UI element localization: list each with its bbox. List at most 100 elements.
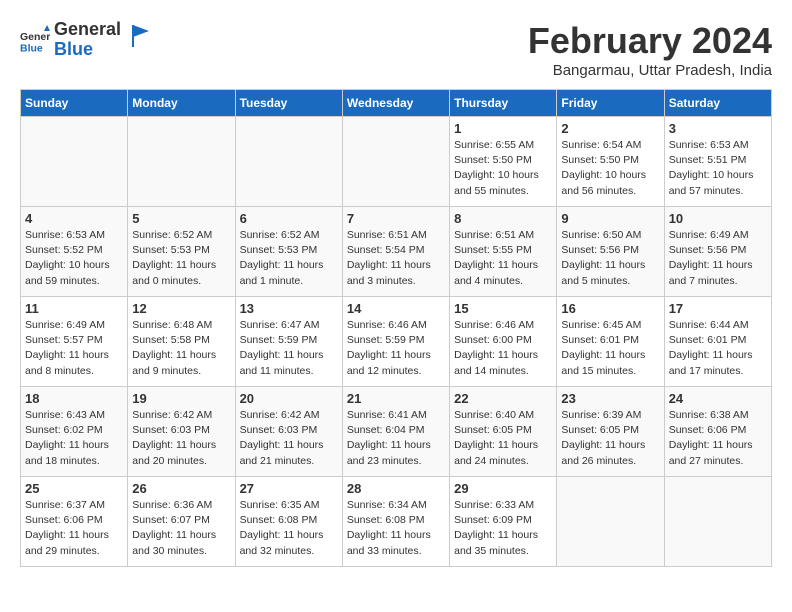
calendar-cell: 22 Sunrise: 6:40 AMSunset: 6:05 PMDayligh… [450,387,557,477]
day-number: 24 [669,391,767,406]
day-info: Sunrise: 6:51 AMSunset: 5:54 PMDaylight:… [347,228,445,289]
day-info: Sunrise: 6:37 AMSunset: 6:06 PMDaylight:… [25,498,123,559]
day-info: Sunrise: 6:55 AMSunset: 5:50 PMDaylight:… [454,138,552,199]
day-info: Sunrise: 6:53 AMSunset: 5:52 PMDaylight:… [25,228,123,289]
day-number: 16 [561,301,659,316]
day-number: 27 [240,481,338,496]
day-info: Sunrise: 6:53 AMSunset: 5:51 PMDaylight:… [669,138,767,199]
logo-blue: Blue [54,40,121,60]
calendar-cell [235,117,342,207]
day-info: Sunrise: 6:39 AMSunset: 6:05 PMDaylight:… [561,408,659,469]
calendar-cell [128,117,235,207]
calendar-cell: 17 Sunrise: 6:44 AMSunset: 6:01 PMDayligh… [664,297,771,387]
calendar-cell: 3 Sunrise: 6:53 AMSunset: 5:51 PMDaylight… [664,117,771,207]
logo-icon: General Blue [20,25,50,55]
day-number: 5 [132,211,230,226]
day-number: 23 [561,391,659,406]
day-info: Sunrise: 6:45 AMSunset: 6:01 PMDaylight:… [561,318,659,379]
calendar-cell: 1 Sunrise: 6:55 AMSunset: 5:50 PMDaylight… [450,117,557,207]
location-subtitle: Bangarmau, Uttar Pradesh, India [528,62,772,79]
calendar-cell: 5 Sunrise: 6:52 AMSunset: 5:53 PMDaylight… [128,207,235,297]
day-info: Sunrise: 6:52 AMSunset: 5:53 PMDaylight:… [240,228,338,289]
day-info: Sunrise: 6:42 AMSunset: 6:03 PMDaylight:… [132,408,230,469]
logo-general: General [54,20,121,40]
day-number: 17 [669,301,767,316]
day-info: Sunrise: 6:35 AMSunset: 6:08 PMDaylight:… [240,498,338,559]
calendar-cell [664,477,771,567]
calendar-cell: 25 Sunrise: 6:37 AMSunset: 6:06 PMDayligh… [21,477,128,567]
calendar-cell: 27 Sunrise: 6:35 AMSunset: 6:08 PMDayligh… [235,477,342,567]
day-info: Sunrise: 6:34 AMSunset: 6:08 PMDaylight:… [347,498,445,559]
calendar-week-4: 18 Sunrise: 6:43 AMSunset: 6:02 PMDayligh… [21,387,772,477]
day-number: 18 [25,391,123,406]
month-title: February 2024 [528,20,772,62]
day-number: 22 [454,391,552,406]
calendar-cell: 21Sunrise: 6:41 AMSunset: 6:04 PMDayligh… [342,387,449,477]
svg-text:General: General [20,31,50,43]
day-info: Sunrise: 6:54 AMSunset: 5:50 PMDaylight:… [561,138,659,199]
day-number: 20 [240,391,338,406]
svg-text:Blue: Blue [20,42,43,54]
day-info: Sunrise: 6:33 AMSunset: 6:09 PMDaylight:… [454,498,552,559]
calendar-week-1: 1 Sunrise: 6:55 AMSunset: 5:50 PMDaylight… [21,117,772,207]
calendar-cell: 2 Sunrise: 6:54 AMSunset: 5:50 PMDaylight… [557,117,664,207]
day-number: 9 [561,211,659,226]
calendar-table: SundayMondayTuesdayWednesdayThursdayFrid… [20,89,772,567]
day-number: 3 [669,121,767,136]
day-info: Sunrise: 6:49 AMSunset: 5:56 PMDaylight:… [669,228,767,289]
day-number: 7 [347,211,445,226]
column-header-sunday: Sunday [21,90,128,117]
day-info: Sunrise: 6:46 AMSunset: 5:59 PMDaylight:… [347,318,445,379]
day-number: 19 [132,391,230,406]
column-header-wednesday: Wednesday [342,90,449,117]
calendar-week-5: 25 Sunrise: 6:37 AMSunset: 6:06 PMDayligh… [21,477,772,567]
calendar-cell: 26Sunrise: 6:36 AMSunset: 6:07 PMDayligh… [128,477,235,567]
day-info: Sunrise: 6:52 AMSunset: 5:53 PMDaylight:… [132,228,230,289]
logo-flag-icon [123,21,151,49]
calendar-cell: 18 Sunrise: 6:43 AMSunset: 6:02 PMDayligh… [21,387,128,477]
day-number: 15 [454,301,552,316]
calendar-cell [342,117,449,207]
day-number: 12 [132,301,230,316]
day-info: Sunrise: 6:47 AMSunset: 5:59 PMDaylight:… [240,318,338,379]
column-header-saturday: Saturday [664,90,771,117]
day-info: Sunrise: 6:40 AMSunset: 6:05 PMDaylight:… [454,408,552,469]
calendar-cell: 7 Sunrise: 6:51 AMSunset: 5:54 PMDaylight… [342,207,449,297]
day-info: Sunrise: 6:49 AMSunset: 5:57 PMDaylight:… [25,318,123,379]
day-number: 28 [347,481,445,496]
calendar-cell: 20 Sunrise: 6:42 AMSunset: 6:03 PMDayligh… [235,387,342,477]
day-info: Sunrise: 6:36 AMSunset: 6:07 PMDaylight:… [132,498,230,559]
calendar-header-row: SundayMondayTuesdayWednesdayThursdayFrid… [21,90,772,117]
calendar-cell: 11Sunrise: 6:49 AMSunset: 5:57 PMDayligh… [21,297,128,387]
day-info: Sunrise: 6:50 AMSunset: 5:56 PMDaylight:… [561,228,659,289]
day-number: 25 [25,481,123,496]
day-number: 10 [669,211,767,226]
calendar-cell: 28 Sunrise: 6:34 AMSunset: 6:08 PMDayligh… [342,477,449,567]
day-number: 21 [347,391,445,406]
day-number: 29 [454,481,552,496]
calendar-cell: 15Sunrise: 6:46 AMSunset: 6:00 PMDayligh… [450,297,557,387]
day-number: 6 [240,211,338,226]
calendar-cell: 12Sunrise: 6:48 AMSunset: 5:58 PMDayligh… [128,297,235,387]
calendar-week-2: 4Sunrise: 6:53 AMSunset: 5:52 PMDaylight… [21,207,772,297]
calendar-cell: 4Sunrise: 6:53 AMSunset: 5:52 PMDaylight… [21,207,128,297]
calendar-cell: 6 Sunrise: 6:52 AMSunset: 5:53 PMDaylight… [235,207,342,297]
day-number: 2 [561,121,659,136]
page-header: General Blue General Blue February 2024 … [20,20,772,79]
calendar-cell: 24 Sunrise: 6:38 AMSunset: 6:06 PMDayligh… [664,387,771,477]
calendar-cell: 29 Sunrise: 6:33 AMSunset: 6:09 PMDayligh… [450,477,557,567]
title-block: February 2024 Bangarmau, Uttar Pradesh, … [528,20,772,79]
day-number: 1 [454,121,552,136]
logo: General Blue General Blue [20,20,151,60]
calendar-week-3: 11Sunrise: 6:49 AMSunset: 5:57 PMDayligh… [21,297,772,387]
day-info: Sunrise: 6:38 AMSunset: 6:06 PMDaylight:… [669,408,767,469]
calendar-cell: 8 Sunrise: 6:51 AMSunset: 5:55 PMDaylight… [450,207,557,297]
day-info: Sunrise: 6:42 AMSunset: 6:03 PMDaylight:… [240,408,338,469]
day-number: 13 [240,301,338,316]
day-info: Sunrise: 6:44 AMSunset: 6:01 PMDaylight:… [669,318,767,379]
day-info: Sunrise: 6:51 AMSunset: 5:55 PMDaylight:… [454,228,552,289]
day-info: Sunrise: 6:43 AMSunset: 6:02 PMDaylight:… [25,408,123,469]
column-header-thursday: Thursday [450,90,557,117]
day-number: 8 [454,211,552,226]
calendar-cell: 19 Sunrise: 6:42 AMSunset: 6:03 PMDayligh… [128,387,235,477]
